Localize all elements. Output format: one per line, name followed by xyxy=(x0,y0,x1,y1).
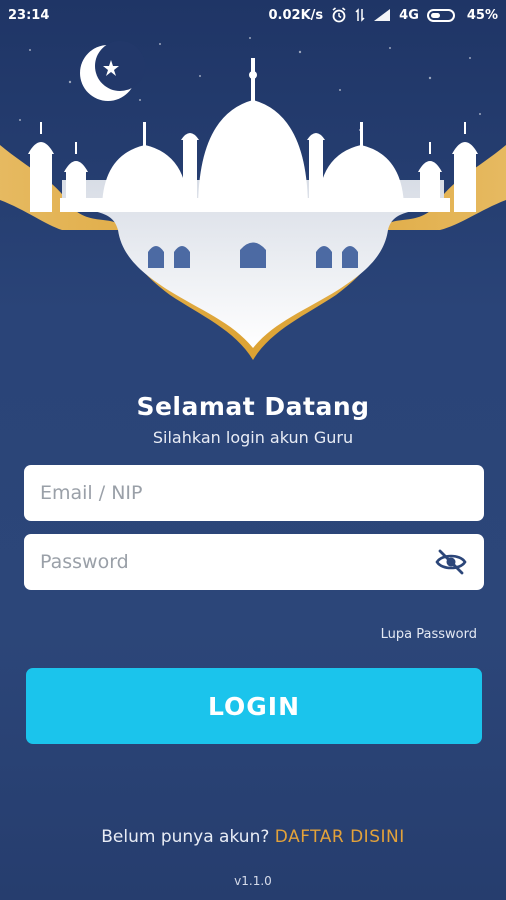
status-right: 0.02K/s 4G 45% xyxy=(269,7,498,23)
status-time: 23:14 xyxy=(8,7,50,23)
welcome-title: Selamat Datang xyxy=(136,392,370,421)
app-version: v1.1.0 xyxy=(234,874,272,888)
password-input[interactable] xyxy=(40,551,434,573)
network-speed: 0.02K/s xyxy=(268,7,324,23)
eye-off-icon[interactable] xyxy=(434,545,468,579)
crescent-moon-icon xyxy=(80,41,145,101)
signal-icon xyxy=(373,8,391,22)
login-button[interactable]: LOGIN xyxy=(26,668,482,744)
status-bar: 23:14 0.02K/s 4G 45% xyxy=(0,0,506,30)
email-input[interactable] xyxy=(40,482,468,504)
forgot-password-link[interactable]: Lupa Password xyxy=(381,627,477,642)
alarm-icon xyxy=(331,7,347,23)
register-link[interactable]: DAFTAR DISINI xyxy=(275,827,405,847)
email-field-container[interactable] xyxy=(24,465,484,521)
password-field-container[interactable] xyxy=(24,534,484,590)
battery-percent: 45% xyxy=(466,7,498,23)
welcome-subtitle: Silahkan login akun Guru xyxy=(152,428,354,447)
battery-icon xyxy=(426,8,459,22)
register-question: Belum punya akun? xyxy=(101,827,270,847)
mosque-illustration xyxy=(0,37,506,360)
register-prompt: Belum punya akun? DAFTAR DISINI xyxy=(0,827,506,847)
transfer-icon xyxy=(355,8,365,22)
network-type: 4G xyxy=(399,7,419,23)
